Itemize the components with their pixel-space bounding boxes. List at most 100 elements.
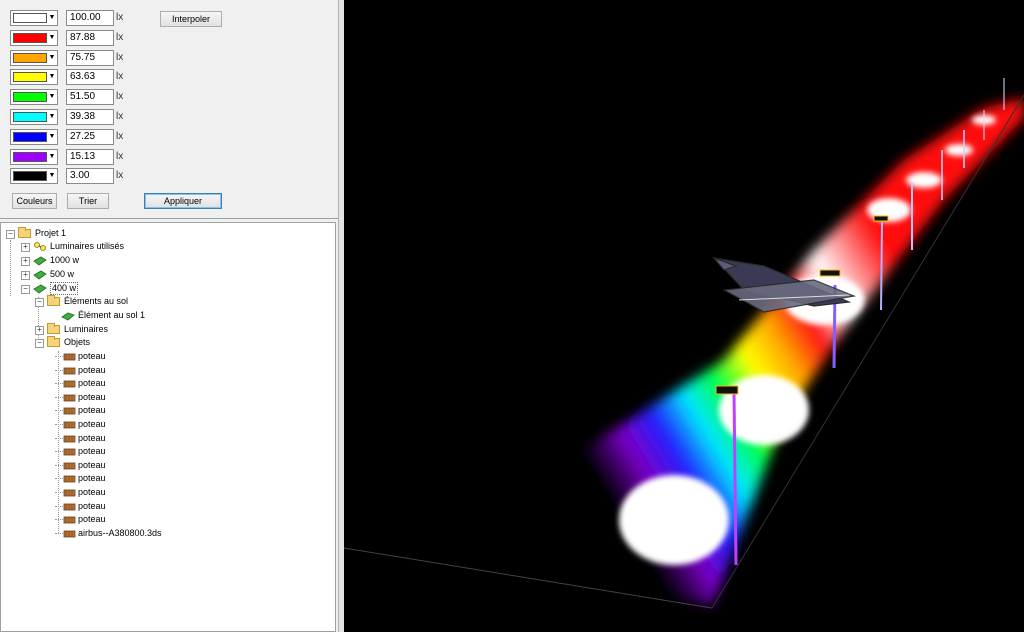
color-swatch xyxy=(13,72,47,83)
left-panel: ▼ 100.00 lx ▼ 87.88 lx ▼ 75.75 lx ▼ 63.63 lx ▼ 51.50 l… xyxy=(0,0,338,632)
color-swatch xyxy=(13,131,47,142)
group-icon xyxy=(33,269,47,280)
object-icon xyxy=(63,514,77,525)
tree-connector xyxy=(55,396,63,398)
tree-label: airbus--A380800.3ds xyxy=(78,527,162,538)
threshold-input[interactable]: 100.00 xyxy=(66,10,114,26)
colors-button[interactable]: Couleurs xyxy=(12,193,57,209)
folder-icon xyxy=(47,336,61,348)
tree-label: Objets xyxy=(64,337,91,347)
tree-label: Projet 1 xyxy=(35,228,67,238)
color-dropdown[interactable]: ▼ xyxy=(10,128,58,145)
color-dropdown[interactable]: ▼ xyxy=(10,148,58,165)
tree-label: poteau xyxy=(78,473,106,484)
threshold-input[interactable]: 27.25 xyxy=(66,128,114,145)
tree-connector xyxy=(55,383,63,385)
unit-label: lx xyxy=(116,71,124,83)
color-swatch xyxy=(13,92,47,103)
expand-icon[interactable]: + xyxy=(21,257,30,266)
color-scale-row: ▼ 27.25 lx xyxy=(10,128,330,147)
tree-label: poteau xyxy=(78,391,106,402)
dropdown-arrow-icon: ▼ xyxy=(48,172,56,180)
dropdown-arrow-icon: ▼ xyxy=(48,132,56,140)
expand-icon[interactable]: + xyxy=(21,243,30,252)
color-dropdown[interactable]: ▼ xyxy=(10,109,58,125)
tree-connector xyxy=(55,410,63,412)
collapse-icon[interactable]: − xyxy=(35,298,44,307)
tree-connector xyxy=(55,451,63,453)
threshold-input[interactable]: 87.88 xyxy=(66,29,114,46)
threshold-input[interactable]: 63.63 xyxy=(66,69,114,86)
object-icon xyxy=(63,378,77,389)
object-icon xyxy=(63,392,77,403)
color-scale-row: ▼ 87.88 lx xyxy=(10,29,330,48)
tree-label: Luminaires utilisés xyxy=(50,241,125,251)
tree-connector xyxy=(55,519,63,521)
object-icon xyxy=(63,419,77,430)
unit-label: lx xyxy=(116,91,124,103)
color-scale-row: ▼ 51.50 lx xyxy=(10,89,330,107)
3d-viewport[interactable] xyxy=(344,0,1024,632)
tree-guide xyxy=(10,240,11,296)
lamp-head xyxy=(873,215,889,222)
collapse-icon[interactable]: − xyxy=(35,339,44,348)
threshold-input[interactable]: 75.75 xyxy=(66,49,114,66)
unit-label: lx xyxy=(116,130,124,142)
collapse-icon[interactable]: − xyxy=(21,285,30,294)
ground-element-icon xyxy=(61,310,75,321)
color-scale-row: ▼ 15.13 lx xyxy=(10,148,330,167)
color-dropdown[interactable]: ▼ xyxy=(10,168,58,185)
dropdown-arrow-icon: ▼ xyxy=(48,113,56,120)
color-swatch xyxy=(13,52,47,63)
tree-connector xyxy=(55,437,63,439)
color-scale-row: ▼ 39.38 lx xyxy=(10,109,330,127)
unit-label: lx xyxy=(116,31,124,43)
threshold-input[interactable]: 39.38 xyxy=(66,109,114,125)
object-icon xyxy=(63,501,77,512)
pole xyxy=(880,221,883,311)
collapse-icon[interactable]: − xyxy=(6,230,15,239)
project-tree[interactable]: − Projet 1 + Luminaires utilisés + 1000 … xyxy=(0,222,336,632)
object-icon xyxy=(63,487,77,498)
color-dropdown[interactable]: ▼ xyxy=(10,10,58,26)
color-swatch xyxy=(13,13,47,23)
object-icon xyxy=(63,365,77,376)
tree-label: poteau xyxy=(78,378,106,389)
illuminance-render xyxy=(344,78,1024,609)
tree-connector xyxy=(55,356,63,357)
luminaire-icon xyxy=(33,241,47,252)
threshold-input[interactable]: 51.50 xyxy=(66,89,114,106)
apply-button[interactable]: Appliquer xyxy=(144,193,222,209)
tree-label: 1000 w xyxy=(50,255,80,265)
tree-label: poteau xyxy=(78,419,106,429)
object-icon xyxy=(63,528,77,539)
dropdown-arrow-icon: ▼ xyxy=(48,152,56,160)
color-dropdown[interactable]: ▼ xyxy=(10,49,58,66)
tree-connector xyxy=(55,369,63,371)
tree-label: poteau xyxy=(78,514,106,525)
unit-label: lx xyxy=(116,51,124,63)
color-dropdown[interactable]: ▼ xyxy=(10,29,58,46)
color-swatch xyxy=(13,151,47,162)
expand-icon[interactable]: + xyxy=(21,271,30,280)
tree-label: Luminaires xyxy=(64,324,109,334)
tree-connector xyxy=(55,532,63,534)
pole xyxy=(732,391,738,566)
tree-label: poteau xyxy=(78,432,106,443)
unit-label: lx xyxy=(116,150,124,162)
interpolate-button[interactable]: Interpoler xyxy=(160,11,222,27)
tree-label: poteau xyxy=(78,500,106,511)
lamp-head xyxy=(715,385,739,395)
color-dropdown[interactable]: ▼ xyxy=(10,89,58,106)
threshold-input[interactable]: 3.00 xyxy=(66,168,114,185)
threshold-input[interactable]: 15.13 xyxy=(66,148,114,165)
expand-icon[interactable]: + xyxy=(35,326,44,335)
sort-button[interactable]: Trier xyxy=(67,193,109,209)
tree-connector xyxy=(55,478,63,480)
unit-label: lx xyxy=(116,12,124,23)
tree-label: poteau xyxy=(78,351,106,361)
folder-icon xyxy=(47,295,61,307)
color-dropdown[interactable]: ▼ xyxy=(10,69,58,86)
dropdown-arrow-icon: ▼ xyxy=(48,33,56,41)
tree-label: Élément au sol 1 xyxy=(78,310,146,320)
